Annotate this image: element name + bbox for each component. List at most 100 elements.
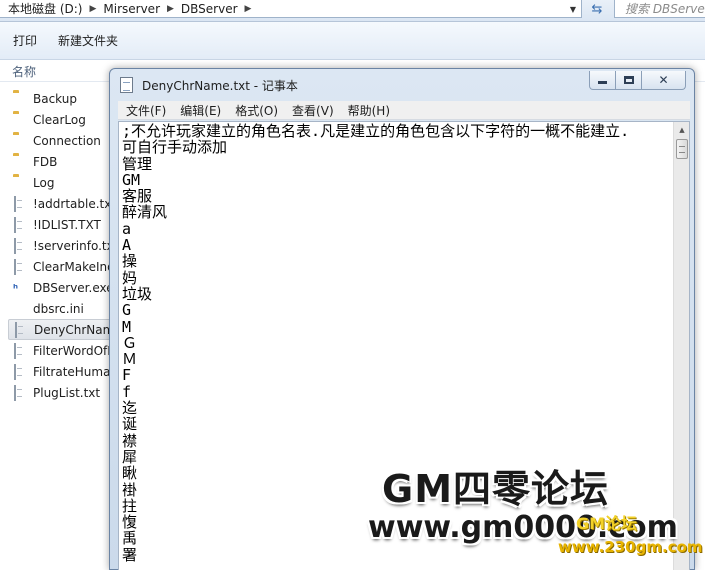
text-line: GM	[122, 171, 141, 189]
breadcrumb-drive[interactable]: 本地磁盘 (D:)	[8, 0, 82, 17]
text-line: f	[122, 383, 132, 401]
maximize-button[interactable]	[615, 71, 642, 90]
file-item-dbsrc-ini[interactable]: dbsrc.ini	[8, 298, 120, 319]
watermark-forum-name: GM四零论坛	[382, 467, 610, 511]
folder-icon	[13, 155, 27, 169]
text-file-icon	[13, 384, 27, 401]
vertical-scrollbar[interactable]: ▲	[673, 122, 689, 570]
menu-edit[interactable]: 编辑(E)	[174, 102, 227, 119]
file-item-idlist[interactable]: !IDLIST.TXT	[8, 214, 120, 235]
text-file-icon	[13, 237, 27, 254]
column-name-header[interactable]: 名称	[12, 63, 36, 80]
text-line: F	[122, 367, 132, 384]
text-line: A	[122, 237, 132, 254]
notepad-icon	[120, 77, 133, 93]
text-line: 操	[122, 253, 138, 270]
text-line: 襟	[122, 432, 138, 449]
file-item-denychrname[interactable]: DenyChrName	[8, 319, 120, 340]
minimize-button[interactable]	[589, 71, 616, 90]
folder-icon	[13, 113, 27, 127]
text-file-icon	[13, 195, 27, 212]
menu-file[interactable]: 文件(F)	[120, 102, 172, 119]
search-placeholder: 搜索 DBServer	[625, 2, 705, 16]
text-line: Ｍ	[122, 351, 138, 368]
close-icon: ✕	[658, 73, 669, 87]
text-file-icon	[13, 258, 27, 275]
file-item-log[interactable]: Log	[8, 172, 120, 193]
folder-icon	[13, 92, 27, 106]
text-line: 可自行手动添加	[122, 139, 228, 156]
text-line: ;不允许玩家建立的角色名表.凡是建立的角色包含以下字符的一概不能建立.	[122, 123, 630, 140]
ini-file-icon	[13, 302, 27, 316]
file-name: DenyChrName	[34, 322, 120, 337]
maximize-icon	[623, 76, 634, 84]
file-name: FiltrateHuman	[33, 364, 119, 379]
file-name: PlugList.txt	[33, 385, 101, 400]
scroll-up-icon[interactable]: ▲	[674, 122, 689, 137]
folder-icon	[13, 134, 27, 148]
breadcrumb[interactable]: 本地磁盘 (D:) ▶ Mirserver ▶ DBServer ▶	[0, 0, 582, 18]
file-item-filtratehuman[interactable]: FiltrateHuman	[8, 361, 120, 382]
menu-help[interactable]: 帮助(H)	[342, 102, 396, 119]
search-input[interactable]: 搜索 DBServer	[614, 0, 705, 18]
chevron-right-icon[interactable]: ▶	[245, 4, 252, 14]
text-line: 客服	[122, 188, 153, 205]
text-file-icon	[14, 321, 28, 338]
file-name: dbsrc.ini	[33, 301, 84, 316]
text-line: 诞	[122, 416, 138, 433]
breadcrumb-mirserver[interactable]: Mirserver	[103, 2, 160, 16]
file-name: !serverinfo.txt	[33, 238, 119, 253]
close-button[interactable]: ✕	[641, 71, 686, 90]
new-folder-button[interactable]: 新建文件夹	[50, 28, 126, 53]
text-line: 管理	[122, 155, 153, 172]
text-line: 迄	[122, 400, 138, 417]
file-item-backup[interactable]: Backup	[8, 88, 120, 109]
file-item-fdb[interactable]: FDB	[8, 151, 120, 172]
text-file-icon	[13, 342, 27, 359]
file-item-clearlog[interactable]: ClearLog	[8, 109, 120, 130]
refresh-icon[interactable]: ⇆	[585, 0, 609, 18]
file-item-filterwordofl[interactable]: FilterWordOfL	[8, 340, 120, 361]
address-bar: 本地磁盘 (D:) ▶ Mirserver ▶ DBServer ▶ ▼ ⇆ 搜…	[0, 0, 705, 22]
file-name: Log	[33, 175, 55, 190]
file-name: ClearLog	[33, 112, 86, 127]
watermark-logo-url: www.230gm.com	[558, 538, 703, 556]
file-name: !IDLIST.TXT	[33, 217, 101, 232]
minimize-icon	[598, 81, 607, 84]
chevron-down-icon[interactable]: ▼	[564, 0, 582, 18]
text-file-icon	[13, 363, 27, 380]
chevron-right-icon[interactable]: ▶	[89, 4, 96, 14]
print-button[interactable]: 打印	[5, 28, 45, 53]
menu-format[interactable]: 格式(O)	[229, 102, 284, 119]
scrollbar-thumb[interactable]	[676, 139, 688, 159]
watermark-logo: GM论坛 www.230gm.com	[548, 508, 703, 564]
file-name: DBServer.exe	[33, 280, 114, 295]
text-line: M	[122, 318, 132, 335]
exe-file-icon: ʰ	[13, 281, 19, 295]
file-item-connection[interactable]: Connection	[8, 130, 120, 151]
file-item-clearmakeindex[interactable]: ClearMakeIndex	[8, 256, 120, 277]
text-line: G	[122, 302, 132, 319]
menu-bar: 文件(F) 编辑(E) 格式(O) 查看(V) 帮助(H)	[118, 101, 690, 120]
menu-view[interactable]: 查看(V)	[286, 102, 340, 119]
file-name: !addrtable.txt	[33, 196, 117, 211]
text-line: a	[122, 220, 132, 238]
chevron-right-icon[interactable]: ▶	[167, 4, 174, 14]
file-item-serverinfo[interactable]: !serverinfo.txt	[8, 235, 120, 256]
file-name: ClearMakeIndex	[33, 259, 120, 274]
breadcrumb-dbserver[interactable]: DBServer	[181, 2, 238, 16]
folder-icon	[13, 176, 27, 190]
text-line: 醉清风	[122, 204, 168, 221]
text-file-icon	[13, 216, 27, 233]
file-name: FDB	[33, 154, 58, 169]
explorer-toolbar: 打印 新建文件夹	[0, 22, 705, 60]
file-item-dbserver-exe[interactable]: ʰ DBServer.exe	[8, 277, 120, 298]
text-line: 妈	[122, 269, 138, 286]
file-item-addrtable[interactable]: !addrtable.txt	[8, 193, 120, 214]
file-name: Connection	[33, 133, 101, 148]
file-name: Backup	[33, 91, 77, 106]
watermark-logo-title: GM论坛	[576, 514, 638, 533]
text-line: Ｇ	[122, 334, 138, 352]
file-item-pluglist[interactable]: PlugList.txt	[8, 382, 120, 403]
window-title: DenyChrName.txt - 记事本	[142, 79, 298, 93]
